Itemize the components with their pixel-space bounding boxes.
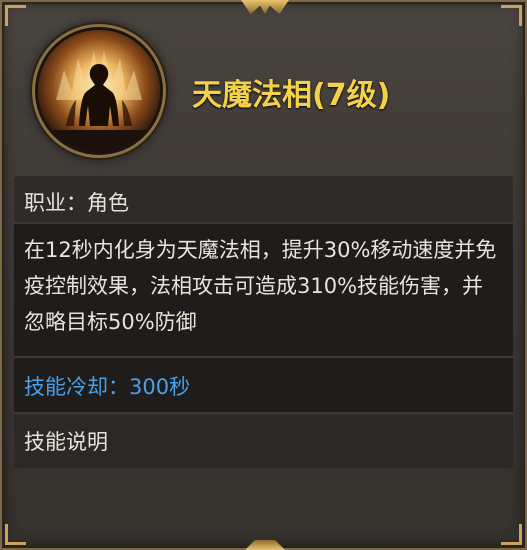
description-row: 在12秒内化身为天魔法相，提升30%移动速度并免疫控制效果，法相攻击可造成310… <box>14 224 513 356</box>
corner-ornament <box>501 5 522 26</box>
corner-ornament <box>5 5 26 26</box>
skill-info-box: 职业：角色 在12秒内化身为天魔法相，提升30%移动速度并免疫控制效果，法相攻击… <box>14 176 513 468</box>
skill-title: 天魔法相(7级) <box>192 78 391 113</box>
demon-avatar-icon <box>38 30 160 152</box>
cooldown-text: 技能冷却：300秒 <box>24 375 191 399</box>
top-ornament <box>241 0 289 14</box>
bottom-ornament <box>245 540 285 550</box>
corner-ornament <box>501 524 522 545</box>
profession-row: 职业：角色 <box>14 176 513 222</box>
skill-description-row[interactable]: 技能说明 <box>14 414 513 468</box>
corner-ornament <box>5 524 26 545</box>
cooldown-row: 技能冷却：300秒 <box>14 358 513 412</box>
profession-text: 职业：角色 <box>24 191 129 215</box>
skill-tooltip-panel: 天魔法相(7级) 职业：角色 在12秒内化身为天魔法相，提升30%移动速度并免疫… <box>0 0 527 550</box>
skill-description-label[interactable]: 技能说明 <box>24 426 108 456</box>
description-text: 在12秒内化身为天魔法相，提升30%移动速度并免疫控制效果，法相攻击可造成310… <box>24 238 497 334</box>
